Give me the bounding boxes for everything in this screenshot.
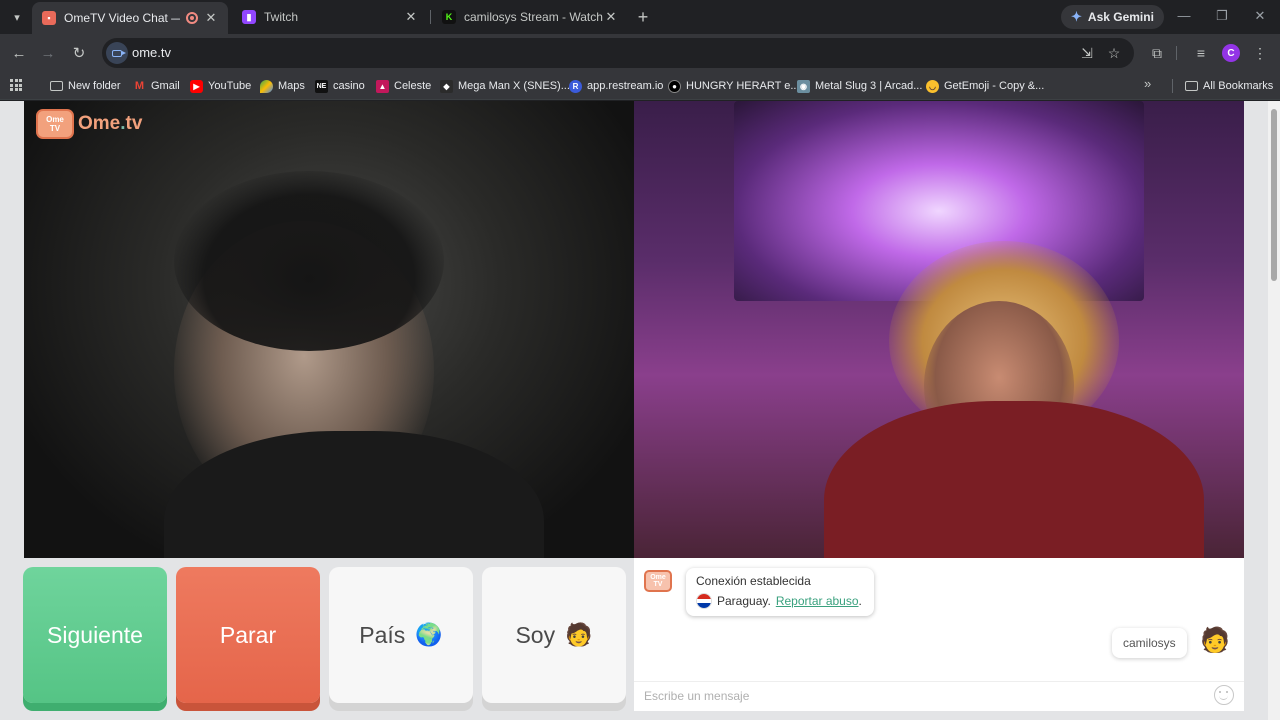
bookmark-hungry-heart[interactable]: ● HUNGRY HERART e... [668, 76, 800, 96]
remote-video [634, 101, 1244, 558]
all-bookmarks[interactable]: All Bookmarks [1185, 76, 1273, 96]
close-tab-icon[interactable]: ✕ [604, 9, 618, 25]
metalslug-icon: ◉ [797, 79, 810, 93]
bookmarks-separator [1172, 79, 1173, 93]
celeste-icon: ▲ [376, 79, 389, 93]
menu-icon[interactable]: ⋮ [1249, 42, 1271, 64]
megaman-icon: ◆ [440, 79, 453, 93]
back-icon[interactable]: ← [8, 42, 30, 64]
system-message: Conexión establecida Paraguay. Reportar … [686, 568, 874, 616]
message-input[interactable]: Escribe un mensaje [634, 681, 1244, 711]
gmail-icon: M [134, 80, 145, 92]
country-button[interactable]: País 🌍 [329, 567, 473, 703]
youtube-icon: ▶ [190, 79, 203, 93]
apps-icon[interactable] [10, 79, 22, 91]
forward-icon[interactable]: → [37, 42, 59, 64]
recording-icon [186, 12, 198, 24]
ometv-logo-badge: Ome TV [36, 109, 74, 139]
tab-separator [430, 10, 431, 24]
more-bookmarks-icon[interactable]: » [1144, 76, 1151, 91]
next-button[interactable]: Siguiente [23, 567, 167, 703]
person-icon: 🧑 [565, 622, 593, 647]
user-message: camilosys [1112, 628, 1187, 658]
bookmark-restream[interactable]: R app.restream.io [569, 76, 663, 96]
close-tab-icon[interactable]: ✕ [204, 10, 218, 26]
address-bar[interactable]: ome.tv ⇲ ☆ [102, 38, 1134, 68]
gemini-icon: ✦ [1071, 9, 1082, 24]
user-avatar-icon: 🧑 [1200, 627, 1230, 654]
reload-icon[interactable]: ↻ [68, 42, 90, 64]
tab-search-icon[interactable]: ▾ [6, 6, 28, 28]
bookmark-maps[interactable]: Maps [260, 76, 305, 96]
ne-icon: NE [315, 79, 328, 93]
bookmark-celeste[interactable]: ▲ Celeste [376, 76, 431, 96]
profile-avatar[interactable]: C [1222, 44, 1240, 62]
paraguay-flag-icon [696, 593, 712, 609]
emoji-icon: ◡ [926, 79, 939, 93]
stop-button[interactable]: Parar [176, 567, 320, 703]
restore-icon[interactable]: ❐ [1212, 8, 1232, 24]
ask-gemini-button[interactable]: ✦ Ask Gemini [1061, 5, 1164, 29]
twitch-favicon-icon: ▮ [242, 10, 256, 24]
ometv-favicon-icon: ▪ [42, 11, 56, 25]
tab-strip: ▾ ▪ OmeTV Video Chat — Ome ✕ ▮ Twitch ✕ … [0, 0, 1280, 34]
maps-icon [260, 79, 273, 93]
folder-icon [1185, 81, 1198, 91]
kick-favicon-icon: K [442, 10, 456, 24]
bookmark-new-folder[interactable]: New folder [50, 76, 121, 96]
local-video: Ome TV Ome.tv [24, 101, 634, 558]
ometv-logo: Ome TV Ome.tv [36, 109, 142, 139]
bookmarks-bar: New folder M Gmail ▶ YouTube Maps NE cas… [0, 72, 1280, 100]
new-tab-icon[interactable]: + [632, 6, 654, 28]
media-control-icon[interactable]: ≡ [1190, 42, 1212, 64]
tab-ometv[interactable]: ▪ OmeTV Video Chat — Ome ✕ [32, 2, 228, 34]
install-app-icon[interactable]: ⇲ [1078, 44, 1096, 62]
bookmark-casino[interactable]: NE casino [315, 76, 365, 96]
close-window-icon[interactable]: ✕ [1250, 8, 1270, 24]
bookmark-megaman[interactable]: ◆ Mega Man X (SNES)... [440, 76, 570, 96]
globe-icon: 🌍 [415, 622, 443, 647]
hungry-icon: ● [668, 79, 681, 93]
chat-panel: Ome TV Conexión establecida Paraguay. Re… [634, 558, 1244, 711]
hair-shape [174, 171, 444, 351]
red-sweater-shape [824, 401, 1204, 558]
bookmark-getemoji[interactable]: ◡ GetEmoji - Copy &... [926, 76, 1044, 96]
extensions-icon[interactable]: ⧉ [1146, 42, 1168, 64]
minimize-icon[interactable]: — [1174, 8, 1194, 23]
scrollbar-thumb[interactable] [1271, 109, 1277, 281]
ometv-chat-icon: Ome TV [644, 570, 672, 592]
gender-button[interactable]: Soy 🧑 [482, 567, 626, 703]
bookmark-star-icon[interactable]: ☆ [1105, 44, 1123, 62]
toolbar-separator [1176, 46, 1177, 60]
bookmark-metal-slug[interactable]: ◉ Metal Slug 3 | Arcad... [797, 76, 922, 96]
site-info-icon[interactable] [106, 42, 128, 64]
tab-kick[interactable]: K camilosys Stream - Watch Live ✕ [432, 4, 628, 30]
folder-icon [50, 81, 63, 91]
emoji-picker-icon[interactable] [1214, 685, 1234, 705]
page-scrollbar[interactable] [1268, 101, 1280, 720]
close-tab-icon[interactable]: ✕ [404, 9, 418, 25]
tab-twitch[interactable]: ▮ Twitch ✕ [232, 4, 428, 30]
report-abuse-link[interactable]: Reportar abuso [776, 594, 859, 608]
bookmark-gmail[interactable]: M Gmail [133, 76, 180, 96]
restream-icon: R [569, 79, 582, 93]
bookmark-youtube[interactable]: ▶ YouTube [190, 76, 251, 96]
browser-toolbar: ← → ↻ ome.tv ⇲ ☆ ⧉ ≡ C ⋮ [0, 34, 1280, 72]
url-text[interactable]: ome.tv [132, 45, 171, 60]
